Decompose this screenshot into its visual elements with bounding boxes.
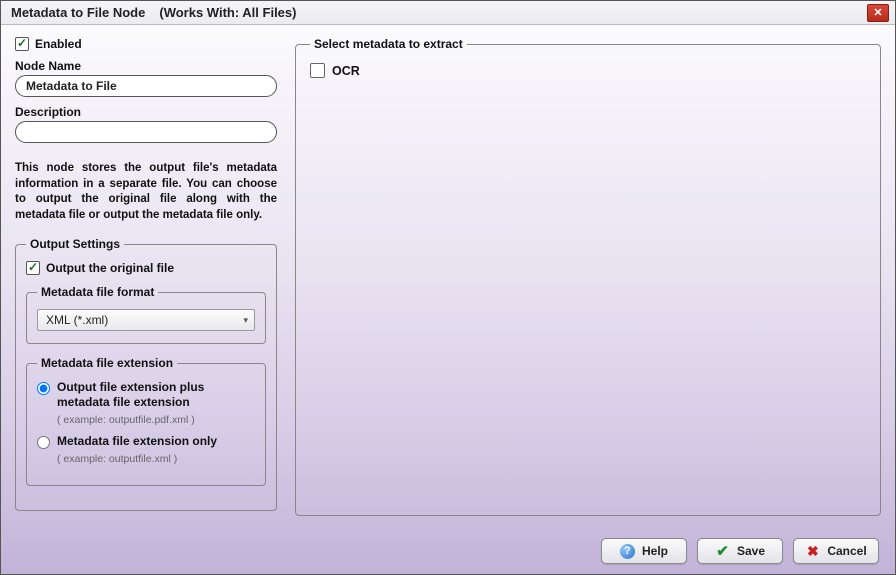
node-name-label: Node Name — [15, 59, 277, 73]
ext-option-1[interactable]: Output file extension plus metadata file… — [37, 380, 255, 410]
save-label: Save — [737, 544, 765, 558]
metadata-format-legend: Metadata file format — [37, 285, 158, 299]
ext-radio-2[interactable] — [37, 436, 50, 449]
metadata-format-group: Metadata file format XML (*.xml) ▾ — [26, 285, 266, 344]
x-icon: ✖ — [805, 544, 820, 559]
help-button[interactable]: ? Help — [601, 538, 687, 564]
output-settings-group: Output Settings Output the original file… — [15, 237, 277, 511]
ocr-checkbox[interactable] — [310, 63, 325, 78]
info-text: This node stores the output file's metad… — [15, 161, 277, 223]
metadata-extension-group: Metadata file extension Output file exte… — [26, 356, 266, 486]
ext-example-1: ( example: outputfile.pdf.xml ) — [57, 414, 255, 426]
title-main: Metadata to File Node — [11, 5, 145, 20]
select-metadata-legend: Select metadata to extract — [310, 37, 467, 51]
titlebar: Metadata to File Node (Works With: All F… — [1, 1, 895, 25]
chevron-down-icon: ▾ — [243, 315, 248, 326]
metadata-extension-legend: Metadata file extension — [37, 356, 177, 370]
output-settings-legend: Output Settings — [26, 237, 124, 251]
metadata-format-value: XML (*.xml) — [46, 313, 243, 327]
dialog-window: Metadata to File Node (Works With: All F… — [0, 0, 896, 575]
ocr-label: OCR — [332, 64, 360, 78]
metadata-format-select[interactable]: XML (*.xml) ▾ — [37, 309, 255, 331]
help-label: Help — [642, 544, 668, 558]
description-field: Description — [15, 105, 277, 143]
dialog-footer: ? Help ✔ Save ✖ Cancel — [1, 534, 895, 574]
ext-example-2: ( example: outputfile.xml ) — [57, 453, 255, 465]
check-icon: ✔ — [715, 544, 730, 559]
meta-item-ocr[interactable]: OCR — [310, 63, 866, 78]
close-icon: ✕ — [873, 6, 882, 19]
left-column: Enabled Node Name Description This node … — [15, 37, 277, 528]
help-icon: ? — [620, 544, 635, 559]
enabled-checkbox-row[interactable]: Enabled — [15, 37, 277, 51]
save-button[interactable]: ✔ Save — [697, 538, 783, 564]
enabled-checkbox[interactable] — [15, 37, 29, 51]
node-name-field: Node Name — [15, 59, 277, 97]
title-sub: (Works With: All Files) — [159, 5, 296, 20]
output-original-checkbox[interactable] — [26, 261, 40, 275]
enabled-label: Enabled — [35, 37, 82, 51]
ext-option-2[interactable]: Metadata file extension only — [37, 434, 255, 449]
output-original-row[interactable]: Output the original file — [26, 261, 266, 275]
ext-label-2: Metadata file extension only — [57, 434, 217, 449]
ext-label-1: Output file extension plus metadata file… — [57, 380, 255, 410]
cancel-button[interactable]: ✖ Cancel — [793, 538, 879, 564]
output-original-label: Output the original file — [46, 261, 174, 275]
select-metadata-group: Select metadata to extract OCR — [295, 37, 881, 516]
description-input[interactable] — [15, 121, 277, 143]
description-label: Description — [15, 105, 277, 119]
dialog-body: Enabled Node Name Description This node … — [1, 25, 895, 534]
right-column: Select metadata to extract OCR — [295, 37, 881, 528]
ext-radio-1[interactable] — [37, 382, 50, 395]
node-name-input[interactable] — [15, 75, 277, 97]
cancel-label: Cancel — [827, 544, 866, 558]
close-button[interactable]: ✕ — [867, 4, 889, 22]
